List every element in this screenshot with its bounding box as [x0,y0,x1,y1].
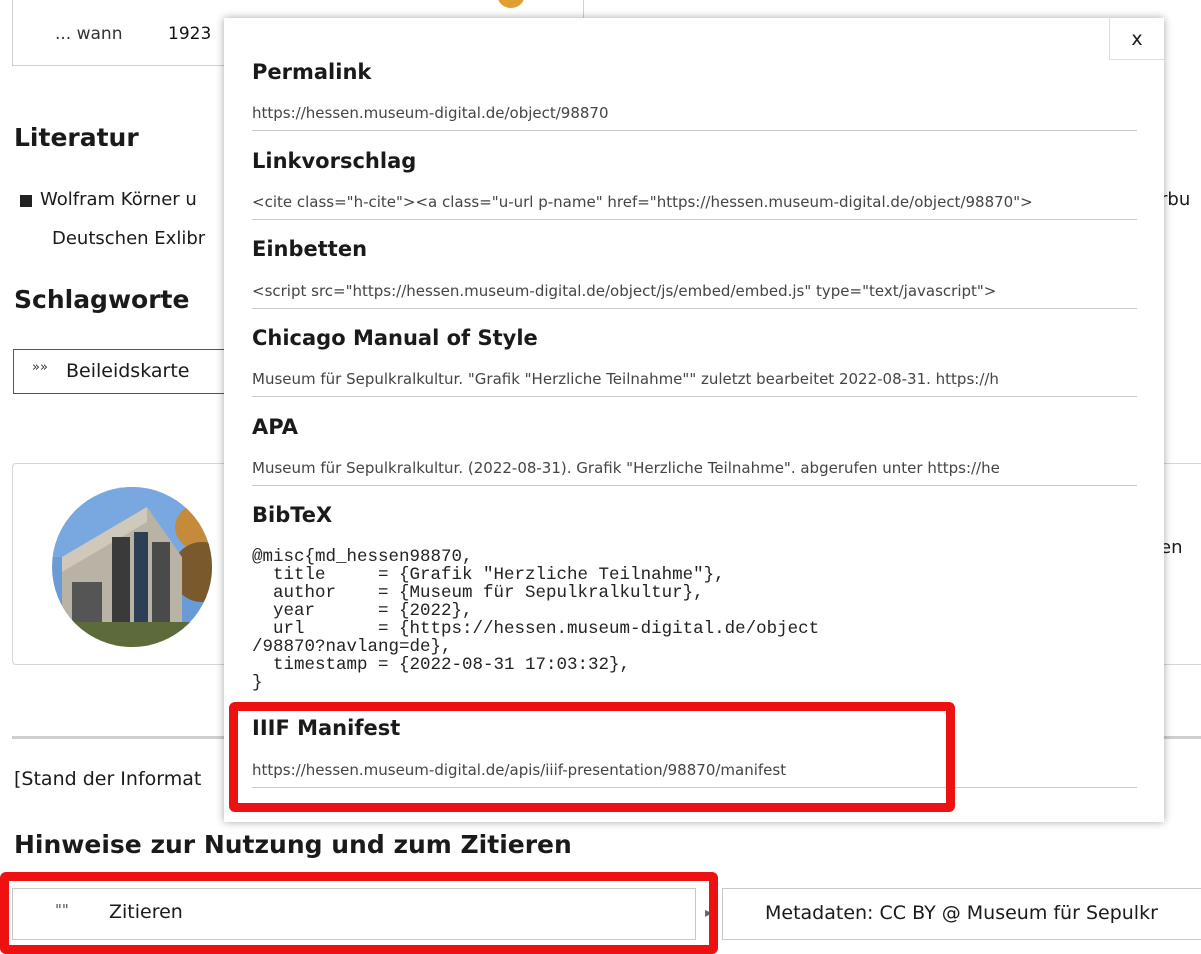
keywords-heading: Schlagworte [14,285,190,314]
cite-button[interactable]: "" Zitieren [12,888,696,940]
embed-title: Einbetten [252,237,368,261]
iiif-manifest-field[interactable]: https://hessen.museum-digital.de/apis/ii… [252,761,1137,788]
embed-field[interactable]: <script src="https://hessen.museum-digit… [252,282,1137,309]
when-label: ... wann [55,24,123,44]
literature-entry-continued: Deutschen Exlibr [52,228,206,249]
apa-title: APA [252,415,298,439]
institution-avatar [52,487,212,647]
link-suggestion-field[interactable]: <cite class="h-cite"><a class="u-url p-n… [252,193,1137,220]
license-box: Metadaten: CC BY @ Museum für Sepulkr [722,888,1201,940]
permalink-field[interactable]: https://hessen.museum-digital.de/object/… [252,104,1137,131]
tooltip-arrow-icon: ▸ [705,905,713,921]
license-text: Metadaten: CC BY @ Museum für Sepulkr [765,902,1158,924]
literature-entry: Wolfram Körner u [40,189,197,210]
iiif-manifest-title: IIIF Manifest [252,716,401,740]
bullet-icon [20,195,32,207]
bibtex-title: BibTeX [252,503,333,527]
apa-field[interactable]: Museum für Sepulkralkultur. (2022-08-31)… [252,459,1137,486]
info-status: [Stand der Informat [14,768,202,790]
chicago-field[interactable]: Museum für Sepulkralkultur. "Grafik "Her… [252,370,1137,397]
keyword-label: Beileidskarte [66,360,190,382]
citation-modal: x Permalink https://hessen.museum-digita… [224,18,1164,822]
bibtex-field[interactable]: @misc{md_hessen98870, title = {Grafik "H… [252,548,819,692]
permalink-title: Permalink [252,60,372,84]
link-suggestion-title: Linkvorschlag [252,149,417,173]
quote-icon: "" [55,901,69,919]
close-button[interactable]: x [1109,18,1164,60]
usage-heading: Hinweise zur Nutzung und zum Zitieren [14,830,572,859]
chicago-title: Chicago Manual of Style [252,326,538,350]
when-value: 1923 [168,24,212,44]
literature-heading: Literatur [14,123,139,152]
double-chevron-icon: »» [32,360,48,375]
cite-label: Zitieren [109,901,183,923]
literature-entry-tail: rbu [1160,189,1191,210]
